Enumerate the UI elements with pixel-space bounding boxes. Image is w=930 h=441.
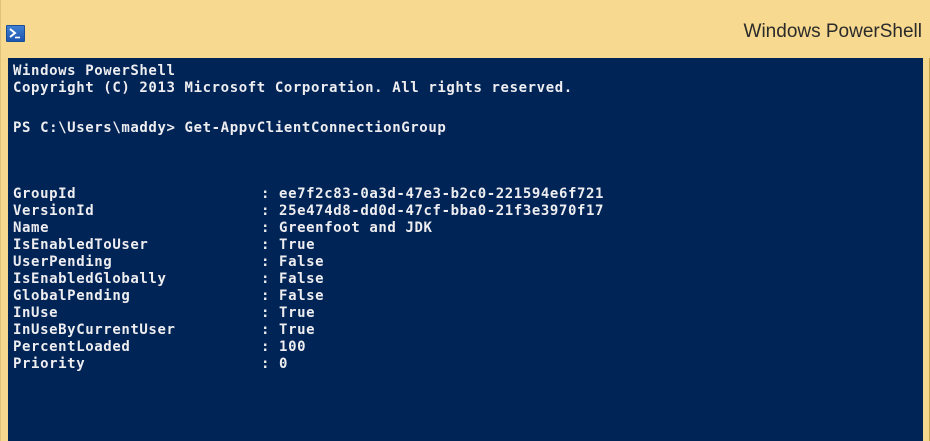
property-value: : 100 xyxy=(261,339,307,355)
title-bar[interactable]: Windows PowerShell xyxy=(1,0,930,58)
banner-line: Windows PowerShell xyxy=(13,63,176,79)
property-name: InUseByCurrentUser xyxy=(13,322,176,338)
property-name: Priority xyxy=(13,356,86,372)
powershell-icon[interactable] xyxy=(6,25,25,42)
property-name: Name xyxy=(13,220,50,236)
property-value: : 25e474d8-dd0d-47cf-bba0-21f3e3970f17 xyxy=(261,203,605,219)
property-value: : Greenfoot and JDK xyxy=(261,220,433,236)
property-name: IsEnabledToUser xyxy=(13,237,149,253)
property-value: : ee7f2c83-0a3d-47e3-b2c0-221594e6f721 xyxy=(261,186,605,202)
output-row: PercentLoaded : 100 xyxy=(13,339,306,356)
prompt-command-line: PS C:\Users\maddy> Get-AppvClientConnect… xyxy=(13,120,447,136)
property-value: : True xyxy=(261,322,316,338)
property-name: GroupId xyxy=(13,186,77,202)
output-row: UserPending : False xyxy=(13,254,324,271)
property-name: VersionId xyxy=(13,203,95,219)
property-name: PercentLoaded xyxy=(13,339,131,355)
property-name: UserPending xyxy=(13,254,113,270)
property-value: : False xyxy=(261,288,325,304)
console-output[interactable]: Windows PowerShell Copyright (C) 2013 Mi… xyxy=(8,58,923,441)
property-value: : True xyxy=(261,237,316,253)
output-row: Name : Greenfoot and JDK xyxy=(13,220,433,237)
output-row: VersionId : 25e474d8-dd0d-47cf-bba0-21f3e… xyxy=(13,203,604,220)
property-value: : False xyxy=(261,271,325,287)
output-row: IsEnabledToUser : True xyxy=(13,237,315,254)
output-row: Priority : 0 xyxy=(13,356,288,373)
property-value: : True xyxy=(261,305,316,321)
property-name: IsEnabledGlobally xyxy=(13,271,167,287)
output-row: GlobalPending : False xyxy=(13,288,324,305)
output-row: InUseByCurrentUser : True xyxy=(13,322,315,339)
property-name: GlobalPending xyxy=(13,288,131,304)
output-row: InUse : True xyxy=(13,305,315,322)
powershell-window: Windows PowerShell Windows PowerShell Co… xyxy=(0,0,930,441)
output-row: IsEnabledGlobally : False xyxy=(13,271,324,288)
property-value: : 0 xyxy=(261,356,289,372)
output-row: GroupId : ee7f2c83-0a3d-47e3-b2c0-221594e… xyxy=(13,186,604,203)
window-title: Windows PowerShell xyxy=(743,21,922,42)
property-value: : False xyxy=(261,254,325,270)
copyright-line: Copyright (C) 2013 Microsoft Corporation… xyxy=(13,80,573,96)
property-name: InUse xyxy=(13,305,59,321)
